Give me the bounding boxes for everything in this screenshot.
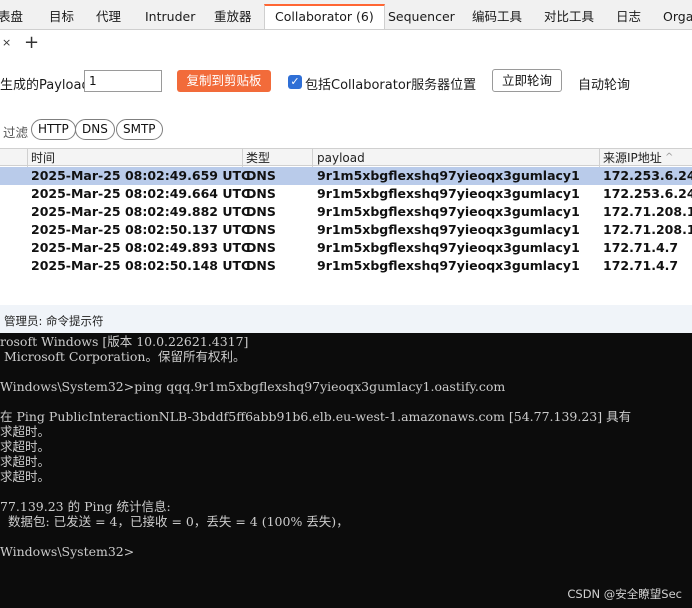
tool-tab-bar: 表盘 目标 代理 Intruder 重放器 Collaborator (6) S… [0,0,692,30]
tab-repeater[interactable]: 重放器 [214,6,252,29]
cell-time: 2025-Mar-25 08:02:49.893 UTC [31,240,251,255]
table-row[interactable]: 2025-Mar-25 08:02:49.882 UTC DNS 9r1m5xb… [0,203,692,221]
column-header-source-ip[interactable]: 来源IP地址 [603,150,662,166]
cmd-console[interactable]: rosoft Windows [版本 10.0.22621.4317] Micr… [0,333,692,608]
console-line: Microsoft Corporation。保留所有权利。 [0,349,246,364]
cell-time: 2025-Mar-25 08:02:50.137 UTC [31,222,251,237]
column-header-time[interactable]: 时间 [31,150,55,166]
tab-proxy[interactable]: 代理 [96,6,121,29]
table-row[interactable]: 2025-Mar-25 08:02:49.664 UTC DNS 9r1m5xb… [0,185,692,203]
cell-source-ip: 172.71.208.100 [603,222,692,237]
add-tab-icon[interactable]: + [24,32,39,54]
console-line: rosoft Windows [版本 10.0.22621.4317] [0,334,249,349]
cell-type: DNS [246,186,276,201]
console-line: 在 Ping PublicInteractionNLB-3bddf5ff6abb… [0,409,632,424]
cmd-window-title: 管理员: 命令提示符 [4,314,104,328]
console-line: 求超时。 [0,469,51,484]
cell-source-ip: 172.253.6.24 [603,186,692,201]
console-line: 数据包: 已发送 = 4，已接收 = 0，丢失 = 4 (100% 丢失)， [0,514,349,529]
tab-intruder[interactable]: Intruder [145,6,195,29]
cell-type: DNS [246,168,276,183]
filter-chip-dns[interactable]: DNS [75,119,115,140]
column-divider[interactable] [599,149,600,167]
interactions-table: 时间 类型 payload 来源IP地址 ^ 2025-Mar-25 08:02… [0,148,692,276]
cell-source-ip: 172.71.208.100 [603,204,692,219]
cell-payload: 9r1m5xbgflexshq97yieoqx3gumlacy1 [317,240,580,255]
cell-type: DNS [246,204,276,219]
watermark: CSDN @安全瞭望Sec [567,587,682,601]
tab-dashboard[interactable]: 表盘 [0,6,23,29]
tab-sequencer[interactable]: Sequencer [388,6,455,29]
cell-time: 2025-Mar-25 08:02:49.664 UTC [31,186,251,201]
column-header-payload[interactable]: payload [317,150,365,166]
cell-type: DNS [246,258,276,273]
cell-source-ip: 172.253.6.24 [603,168,692,183]
cell-payload: 9r1m5xbgflexshq97yieoqx3gumlacy1 [317,204,580,219]
console-line: 77.139.23 的 Ping 统计信息: [0,499,171,514]
cell-type: DNS [246,222,276,237]
filter-label: 过滤 [3,125,29,140]
cell-source-ip: 172.71.4.7 [603,258,679,273]
table-row[interactable]: 2025-Mar-25 08:02:49.659 UTC DNS 9r1m5xb… [0,167,692,185]
payload-count-label: 生成的Payload: [0,78,95,93]
cell-time: 2025-Mar-25 08:02:49.659 UTC [31,168,251,183]
tab-collaborator[interactable]: Collaborator (6) [264,4,385,29]
cmd-title-bar[interactable]: 管理员: 命令提示符 [0,305,692,333]
tab-organizer[interactable]: Orga [663,6,692,29]
cell-time: 2025-Mar-25 08:02:49.882 UTC [31,204,251,219]
table-row[interactable]: 2025-Mar-25 08:02:50.148 UTC DNS 9r1m5xb… [0,257,692,275]
cell-time: 2025-Mar-25 08:02:50.148 UTC [31,258,251,273]
collaborator-subtabs: × + [0,31,692,57]
cell-payload: 9r1m5xbgflexshq97yieoqx3gumlacy1 [317,258,580,273]
console-line: 求超时。 [0,424,51,439]
filter-chip-http[interactable]: HTTP [31,119,76,140]
cell-payload: 9r1m5xbgflexshq97yieoqx3gumlacy1 [317,222,580,237]
column-divider[interactable] [312,149,313,167]
console-line: Windows\System32> [0,544,135,559]
console-line: Windows\System32>ping qqq.9r1m5xbgflexsh… [0,379,506,394]
cell-payload: 9r1m5xbgflexshq97yieoqx3gumlacy1 [317,168,580,183]
column-header-type[interactable]: 类型 [246,150,270,166]
sort-ascending-icon[interactable]: ^ [665,150,673,166]
table-header: 时间 类型 payload 来源IP地址 ^ [0,148,692,167]
include-server-checkbox[interactable]: ✓ [288,75,302,89]
close-icon[interactable]: × [2,36,11,49]
filter-chip-smtp[interactable]: SMTP [116,119,163,140]
tab-logger[interactable]: 日志 [616,6,641,29]
tab-target[interactable]: 目标 [49,6,74,29]
auto-poll-label[interactable]: 自动轮询 [578,74,630,93]
column-divider[interactable] [27,149,28,167]
filter-bar: 过滤 HTTP DNS SMTP [0,116,692,144]
payload-controls: 生成的Payload: 复制到剪贴板 ✓ 包括Collaborator服务器位置… [0,58,692,108]
console-line: 求超时。 [0,439,51,454]
tab-decoder[interactable]: 编码工具 [472,6,522,29]
include-server-label: 包括Collaborator服务器位置 [305,78,477,93]
cell-payload: 9r1m5xbgflexshq97yieoqx3gumlacy1 [317,186,580,201]
console-line: 求超时。 [0,454,51,469]
table-row[interactable]: 2025-Mar-25 08:02:49.893 UTC DNS 9r1m5xb… [0,239,692,257]
cell-source-ip: 172.71.4.7 [603,240,679,255]
column-divider[interactable] [242,149,243,167]
table-row[interactable]: 2025-Mar-25 08:02:50.137 UTC DNS 9r1m5xb… [0,221,692,239]
copy-to-clipboard-button[interactable]: 复制到剪贴板 [177,70,271,92]
payload-count-input[interactable] [84,70,162,92]
tab-comparer[interactable]: 对比工具 [544,6,594,29]
cell-type: DNS [246,240,276,255]
poll-now-button[interactable]: 立即轮询 [492,69,562,92]
